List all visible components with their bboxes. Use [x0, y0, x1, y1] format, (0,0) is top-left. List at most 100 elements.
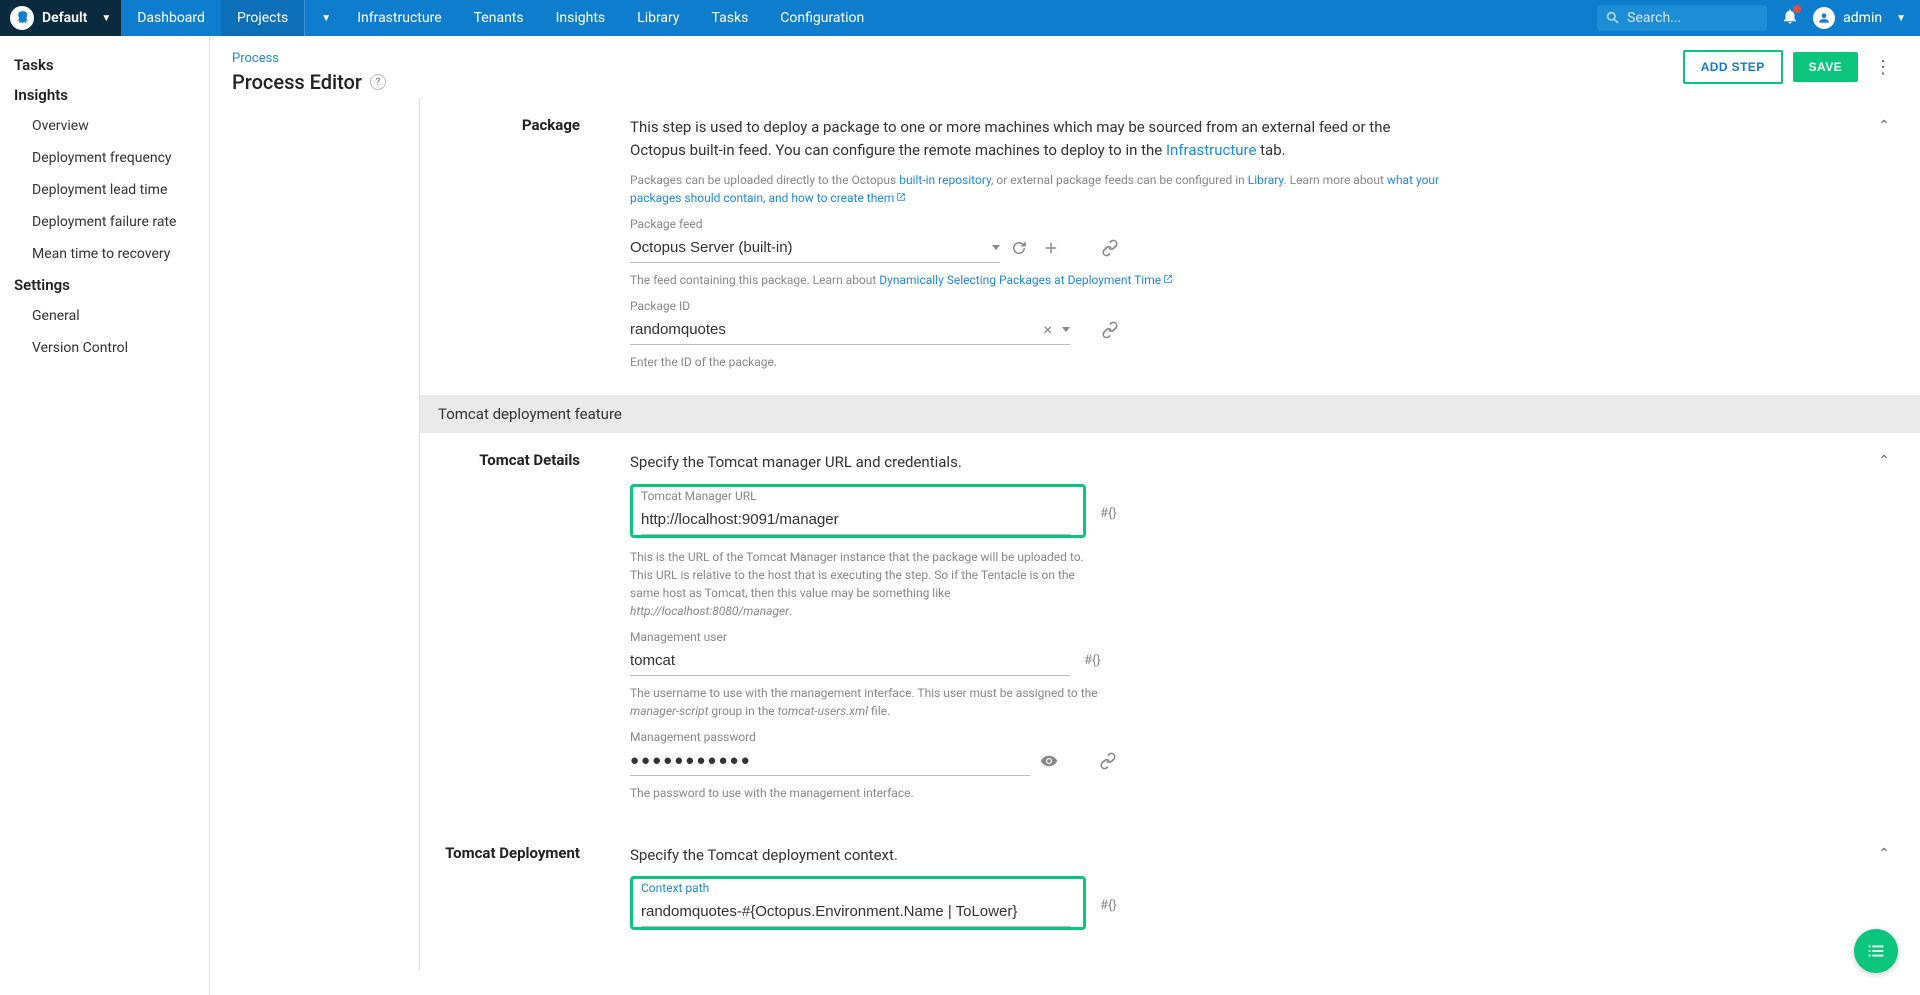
builtin-repo-link[interactable]: built-in repository — [899, 173, 991, 187]
nav-insights[interactable]: Insights — [540, 0, 622, 36]
collapse-icon[interactable]: ⌃ — [1878, 846, 1890, 862]
eye-icon[interactable] — [1040, 752, 1058, 770]
context-path-input-wrap — [641, 897, 1071, 927]
nav-projects-dropdown[interactable]: ▼ — [304, 0, 341, 36]
package-hint: Packages can be uploaded directly to the… — [630, 171, 1450, 207]
plus-icon[interactable] — [1042, 239, 1060, 257]
tomcat-user-input[interactable] — [630, 646, 1070, 675]
nav-tenants[interactable]: Tenants — [458, 0, 540, 36]
package-id-input[interactable] — [630, 315, 1043, 344]
collapse-icon[interactable]: ⌃ — [1878, 118, 1890, 134]
link-icon[interactable] — [1098, 751, 1118, 771]
tomcat-pass-label: Management password — [630, 730, 1450, 744]
fab-button[interactable] — [1854, 929, 1898, 973]
tomcat-deployment-section: Tomcat Deployment Specify the Tomcat dep… — [420, 826, 1920, 971]
search-placeholder: Search... — [1627, 10, 1681, 26]
collapse-icon[interactable]: ⌃ — [1878, 453, 1890, 469]
page-header: Process Process Editor ? ADD STEP SAVE ⋮ — [210, 36, 1920, 98]
nav-library[interactable]: Library — [621, 0, 695, 36]
overflow-menu-icon[interactable]: ⋮ — [1868, 57, 1898, 78]
link-icon[interactable] — [1100, 320, 1120, 340]
search-box[interactable]: Search... — [1597, 5, 1767, 31]
sidebar: Tasks Insights Overview Deployment frequ… — [0, 36, 210, 995]
variable-token-icon[interactable]: #{} — [1100, 506, 1117, 521]
sidebar-item-version-control[interactable]: Version Control — [0, 332, 209, 364]
save-button[interactable]: SAVE — [1793, 52, 1858, 82]
list-icon — [1865, 940, 1887, 962]
clear-icon[interactable]: × — [1043, 320, 1052, 339]
nav-projects[interactable]: Projects — [221, 0, 304, 36]
chevron-down-icon: ▼ — [101, 13, 111, 24]
nav-infrastructure[interactable]: Infrastructure — [341, 0, 457, 36]
tomcat-deployment-label: Tomcat Deployment — [420, 844, 630, 931]
user-name: admin — [1843, 10, 1882, 26]
sidebar-item-mttr[interactable]: Mean time to recovery — [0, 238, 209, 270]
sidebar-item-overview[interactable]: Overview — [0, 110, 209, 142]
tomcat-details-label: Tomcat Details — [420, 451, 630, 808]
context-path-highlight: Context path — [630, 876, 1086, 930]
page-title: Process Editor — [232, 70, 362, 94]
package-section: Package This step is used to deploy a pa… — [420, 98, 1920, 395]
tomcat-pass-input-wrap — [630, 746, 1030, 776]
refresh-icon[interactable] — [1010, 239, 1028, 257]
space-name: Default — [42, 10, 87, 26]
sidebar-heading-tasks[interactable]: Tasks — [0, 50, 209, 80]
package-id-label: Package ID — [630, 299, 1450, 313]
add-step-button[interactable]: ADD STEP — [1683, 50, 1783, 84]
context-path-input[interactable] — [641, 897, 1071, 926]
user-menu[interactable]: admin ▼ — [1813, 7, 1906, 29]
package-feed-hint: The feed containing this package. Learn … — [630, 271, 1450, 289]
package-id-hint: Enter the ID of the package. — [630, 353, 1450, 371]
sidebar-item-deploy-frequency[interactable]: Deployment frequency — [0, 142, 209, 174]
external-icon — [1161, 273, 1173, 287]
tomcat-url-highlight: Tomcat Manager URL — [630, 484, 1086, 538]
help-icon[interactable]: ? — [370, 74, 386, 90]
library-link[interactable]: Library — [1248, 173, 1284, 187]
variable-token-icon[interactable]: #{} — [1084, 653, 1101, 668]
package-feed-label: Package feed — [630, 217, 1450, 231]
tomcat-user-input-wrap — [630, 646, 1070, 676]
tomcat-pass-hint: The password to use with the management … — [630, 784, 1450, 802]
context-path-label: Context path — [641, 881, 1075, 895]
notification-dot — [1793, 5, 1801, 13]
space-switcher[interactable]: Default ▼ — [0, 0, 121, 36]
package-id-input-wrap: × — [630, 315, 1070, 345]
tomcat-details-section: Tomcat Details Specify the Tomcat manage… — [420, 433, 1920, 826]
chevron-down-icon: ▼ — [321, 13, 331, 24]
package-feed-value[interactable] — [630, 233, 992, 262]
sidebar-item-deploy-lead-time[interactable]: Deployment lead time — [0, 174, 209, 206]
dynamic-packages-link[interactable]: Dynamically Selecting Packages at Deploy… — [879, 273, 1161, 287]
nav-configuration[interactable]: Configuration — [764, 0, 880, 36]
chevron-down-icon[interactable] — [1062, 327, 1070, 332]
tomcat-pass-input[interactable] — [630, 746, 1030, 775]
sidebar-heading-settings[interactable]: Settings — [0, 270, 209, 300]
tomcat-url-label: Tomcat Manager URL — [641, 489, 1075, 503]
tomcat-deployment-desc: Specify the Tomcat deployment context. — [630, 844, 1450, 867]
link-icon[interactable] — [1100, 238, 1120, 258]
steps-column — [210, 98, 420, 970]
top-nav: Default ▼ Dashboard Projects ▼ Infrastru… — [0, 0, 1920, 36]
section-tomcat-feature: Tomcat deployment feature — [420, 395, 1920, 433]
package-feed-select[interactable] — [630, 233, 1000, 263]
tomcat-user-hint: The username to use with the management … — [630, 684, 1100, 720]
tomcat-url-hint: This is the URL of the Tomcat Manager in… — [630, 548, 1100, 620]
variable-token-icon[interactable]: #{} — [1100, 898, 1117, 913]
package-desc: This step is used to deploy a package to… — [630, 116, 1450, 161]
nav-dashboard[interactable]: Dashboard — [121, 0, 221, 36]
search-icon — [1605, 10, 1621, 26]
sidebar-item-deploy-failure-rate[interactable]: Deployment failure rate — [0, 206, 209, 238]
infrastructure-link[interactable]: Infrastructure — [1166, 141, 1256, 159]
tomcat-details-desc: Specify the Tomcat manager URL and crede… — [630, 451, 1450, 474]
breadcrumb-process[interactable]: Process — [232, 51, 279, 66]
octopus-logo-icon — [10, 6, 34, 30]
notifications-button[interactable] — [1781, 7, 1799, 29]
nav-tasks[interactable]: Tasks — [696, 0, 765, 36]
sidebar-heading-insights[interactable]: Insights — [0, 80, 209, 110]
chevron-down-icon: ▼ — [1896, 13, 1906, 24]
sidebar-item-general[interactable]: General — [0, 300, 209, 332]
avatar-icon — [1813, 7, 1835, 29]
tomcat-url-input[interactable] — [641, 505, 1071, 534]
external-icon — [894, 191, 906, 205]
tomcat-url-input-wrap — [641, 505, 1071, 535]
package-label: Package — [420, 116, 630, 377]
